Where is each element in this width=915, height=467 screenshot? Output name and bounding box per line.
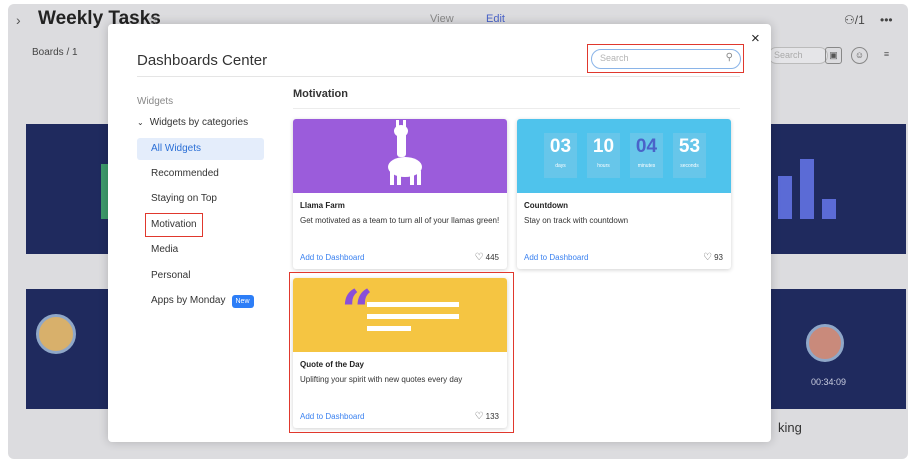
modal-title: Dashboards Center	[137, 52, 268, 69]
quote-card-highlight-box	[289, 272, 514, 433]
sidebar-item-apps-by-monday[interactable]: Apps by Monday New	[137, 290, 264, 312]
bg-chart-bar	[778, 176, 792, 219]
sidebar-item-staying-on-top[interactable]: Staying on Top	[137, 188, 264, 210]
person-icon: ⚇	[844, 13, 855, 27]
heart-icon: ♡	[474, 252, 484, 263]
countdown-unit: minutes	[637, 163, 656, 169]
members-label: /1	[854, 13, 865, 27]
add-to-dashboard-link[interactable]: Add to Dashboard	[300, 253, 365, 262]
motivation-highlight-box	[145, 213, 203, 237]
likes-count: 445	[485, 253, 499, 262]
countdown-seconds: 53 seconds	[673, 133, 706, 178]
countdown-minutes: 04 minutes	[630, 133, 663, 178]
save-icon[interactable]: ▣	[825, 47, 842, 64]
expand-chevron-icon[interactable]: ›	[16, 12, 21, 28]
countdown-unit: hours	[597, 163, 610, 169]
section-divider	[293, 108, 740, 109]
close-icon[interactable]: ×	[751, 30, 760, 47]
more-icon[interactable]: •••	[880, 13, 893, 27]
countdown-illustration: 03 days 10 hours 04 minutes 53 seconds	[517, 119, 731, 193]
countdown-hours: 10 hours	[587, 133, 620, 178]
categories-toggle[interactable]: ⌄ Widgets by categories	[137, 117, 248, 128]
background-text: king	[778, 420, 802, 435]
countdown-unit: days	[555, 163, 566, 169]
bg-chart-bar	[822, 199, 836, 219]
header-divider	[137, 76, 740, 77]
countdown-value: 03	[549, 136, 572, 157]
chevron-down-icon: ⌄	[137, 118, 144, 127]
bg-chart-bar	[800, 159, 814, 219]
sidebar-item-media[interactable]: Media	[137, 239, 264, 261]
sidebar-item-label: Apps by Monday	[151, 295, 226, 306]
card-title: Llama Farm	[300, 201, 345, 210]
background-search-input[interactable]: Search	[768, 47, 828, 64]
sidebar-heading: Widgets	[137, 96, 174, 107]
card-title: Countdown	[524, 201, 568, 210]
llama-icon	[388, 120, 422, 185]
countdown-unit: seconds	[680, 163, 699, 169]
filter-icon[interactable]: ≡	[878, 47, 895, 64]
card-description: Stay on track with countdown	[524, 216, 629, 225]
llama-illustration	[293, 119, 507, 193]
widget-card-llama-farm[interactable]: Llama Farm Get motivated as a team to tu…	[293, 119, 507, 269]
like-button[interactable]: ♡ 93	[703, 252, 723, 263]
categories-label: Widgets by categories	[149, 117, 249, 128]
countdown-value: 04	[635, 136, 658, 157]
like-button[interactable]: ♡ 445	[475, 252, 499, 263]
avatar	[36, 314, 76, 354]
card-description: Get motivated as a team to turn all of y…	[300, 216, 500, 225]
search-highlight-box	[587, 44, 744, 73]
countdown-value: 10	[592, 136, 615, 157]
sidebar-item-personal[interactable]: Personal	[137, 265, 264, 287]
sidebar-item-all-widgets[interactable]: All Widgets	[137, 138, 264, 160]
add-to-dashboard-link[interactable]: Add to Dashboard	[524, 253, 589, 262]
dashboards-center-modal: Dashboards Center Search ⚲ Widgets ⌄ Widg…	[108, 24, 771, 442]
boards-link[interactable]: Boards / 1	[32, 47, 78, 58]
countdown-value: 53	[678, 136, 701, 157]
avatar	[806, 324, 844, 362]
members-count[interactable]: ⚇/1	[844, 13, 865, 27]
sidebar-item-recommended[interactable]: Recommended	[137, 163, 264, 185]
new-badge: New	[231, 295, 254, 308]
likes-count: 93	[714, 253, 723, 262]
user-icon[interactable]: ☺	[851, 47, 868, 64]
widget-card-countdown[interactable]: 03 days 10 hours 04 minutes 53 seconds Count…	[517, 119, 731, 269]
section-title: Motivation	[293, 88, 348, 100]
countdown-days: 03 days	[544, 133, 577, 178]
timer-text: 00:34:09	[811, 377, 847, 387]
heart-icon: ♡	[703, 252, 713, 263]
